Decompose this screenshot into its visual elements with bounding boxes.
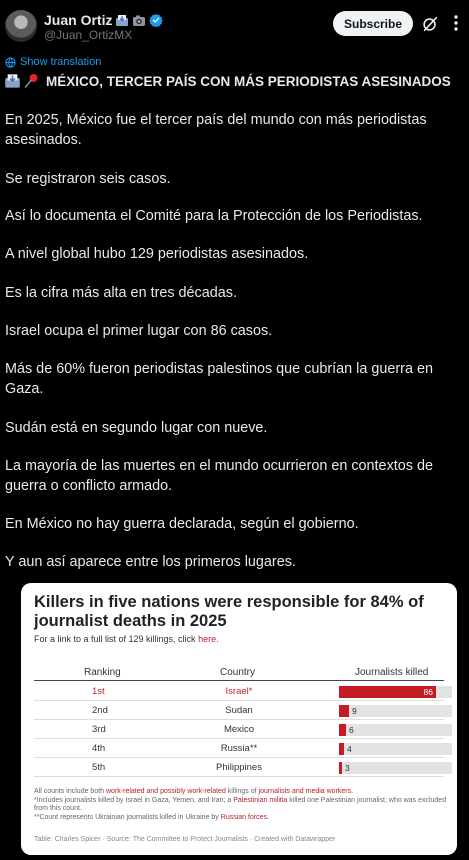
post-paragraph: En México no hay guerra declarada, según… (5, 516, 359, 532)
post-paragraph: Israel ocupa el primer lugar con 86 caso… (5, 323, 273, 339)
killed-value-label: 6 (349, 725, 354, 735)
country-cell: Israel* (225, 686, 253, 697)
note-text: killings of (225, 788, 259, 795)
post-paragraph: Sudán está en segundo lugar con nueve. (5, 420, 268, 436)
country-cell: Russia** (220, 743, 258, 754)
post-paragraph: Más de 60% fueron periodistas palestinos… (5, 361, 433, 397)
inbox-tray-icon (5, 74, 20, 88)
note-text: All counts include both (34, 788, 106, 795)
chart-title: Killers in five nations were responsible… (34, 593, 424, 630)
post-paragraph: Se registraron seis casos. (5, 171, 171, 187)
more-options-icon[interactable] (447, 13, 465, 33)
post-paragraph: La mayoría de las muertes en el mundo oc… (5, 458, 433, 494)
ranking-cell: 3rd (92, 724, 106, 735)
bar-track: 9 (339, 705, 452, 717)
chart-subtitle-link: here. (198, 634, 219, 644)
ranking-cell: 1st (92, 686, 105, 697)
post-header: Juan Ortiz @Juan_OrtizMX Subscribe (0, 0, 469, 50)
table-row: 4th Russia** 4 (34, 739, 452, 758)
column-header-killed: Journalists killed (355, 667, 429, 678)
country-cell: Philippines (216, 762, 262, 773)
note-link: Palestinian militia (233, 796, 288, 804)
inbox-tray-icon (116, 14, 129, 26)
note-link: Russian forces. (220, 813, 270, 821)
grok-icon[interactable] (421, 15, 439, 33)
post-paragraph: Así lo documenta el Comité para la Prote… (5, 208, 423, 224)
killed-bar (339, 724, 346, 736)
killed-value-label: 86 (423, 687, 433, 697)
subscribe-button[interactable]: Subscribe (333, 11, 413, 36)
chart-note: *Includes journalists killed by Israel i… (34, 797, 449, 814)
note-text: **Count represents Ukrainian journalists… (34, 813, 221, 821)
chart-subtitle: For a link to a full list of 129 killing… (34, 634, 219, 644)
author-row: Juan Ortiz (44, 12, 164, 28)
author-name[interactable]: Juan Ortiz (44, 12, 112, 28)
country-cell: Mexico (223, 724, 255, 735)
verified-badge-icon[interactable] (149, 13, 164, 27)
table-row: 2nd Sudan 9 (34, 701, 452, 720)
show-translation-label[interactable]: Show translation (20, 56, 101, 68)
bar-track: 4 (339, 743, 452, 755)
chart-note: All counts include both work-related and… (34, 788, 449, 797)
killed-value-label: 9 (352, 706, 357, 716)
bar-track: 86 (339, 686, 452, 698)
post-paragraph: Es la cifra más alta en tres décadas. (5, 285, 237, 301)
ranking-cell: 5th (92, 762, 106, 773)
chart-source: Table: Charles Spicer · Source: The Comm… (34, 836, 336, 843)
killed-value-label: 4 (347, 744, 352, 754)
chart-subtitle-text: For a link to a full list of 129 killing… (34, 634, 199, 644)
table-row: 5th Philippines 3 (34, 758, 452, 777)
author-handle[interactable]: @Juan_OrtizMX (44, 28, 132, 42)
note-text: *Includes journalists killed by Israel i… (34, 796, 234, 804)
show-translation-link[interactable]: Show translation (5, 56, 101, 68)
translate-globe-icon (5, 56, 16, 68)
ranking-cell: 2nd (92, 705, 108, 716)
column-header-ranking: Ranking (84, 667, 121, 678)
bar-track: 6 (339, 724, 452, 736)
post-title: MÉXICO, TERCER PAÍS CON MÁS PERIODISTAS … (46, 73, 451, 89)
note-link: journalists and media workers. (258, 788, 354, 795)
country-cell: Sudan (225, 705, 253, 716)
embedded-chart-image[interactable]: Killers in five nations were responsible… (21, 583, 457, 855)
table-row: 1st Israel* 86 (34, 682, 452, 701)
post-paragraph: En 2025, México fue el tercer país del m… (5, 112, 427, 148)
note-link: work-related and possibly work-related (106, 788, 226, 795)
killed-value-label: 3 (345, 763, 350, 773)
post-title-row: MÉXICO, TERCER PAÍS CON MÁS PERIODISTAS … (4, 73, 466, 89)
avatar[interactable] (5, 10, 37, 42)
ranking-cell: 4th (92, 743, 106, 754)
chart-note: **Count represents Ukrainian journalists… (34, 814, 449, 823)
post-paragraph: Y aun así aparece entre los primeros lug… (5, 554, 296, 570)
killed-bar (339, 705, 349, 717)
table-header: Ranking Country Journalists killed (34, 663, 444, 681)
column-header-country: Country (220, 667, 256, 678)
post-paragraph: A nivel global hubo 129 periodistas ases… (5, 246, 309, 262)
table-row: 3rd Mexico 6 (34, 720, 452, 739)
chart-notes: All counts include both work-related and… (34, 788, 449, 822)
camera-icon (133, 15, 146, 26)
bar-track: 3 (339, 762, 452, 774)
pushpin-icon (24, 74, 38, 88)
